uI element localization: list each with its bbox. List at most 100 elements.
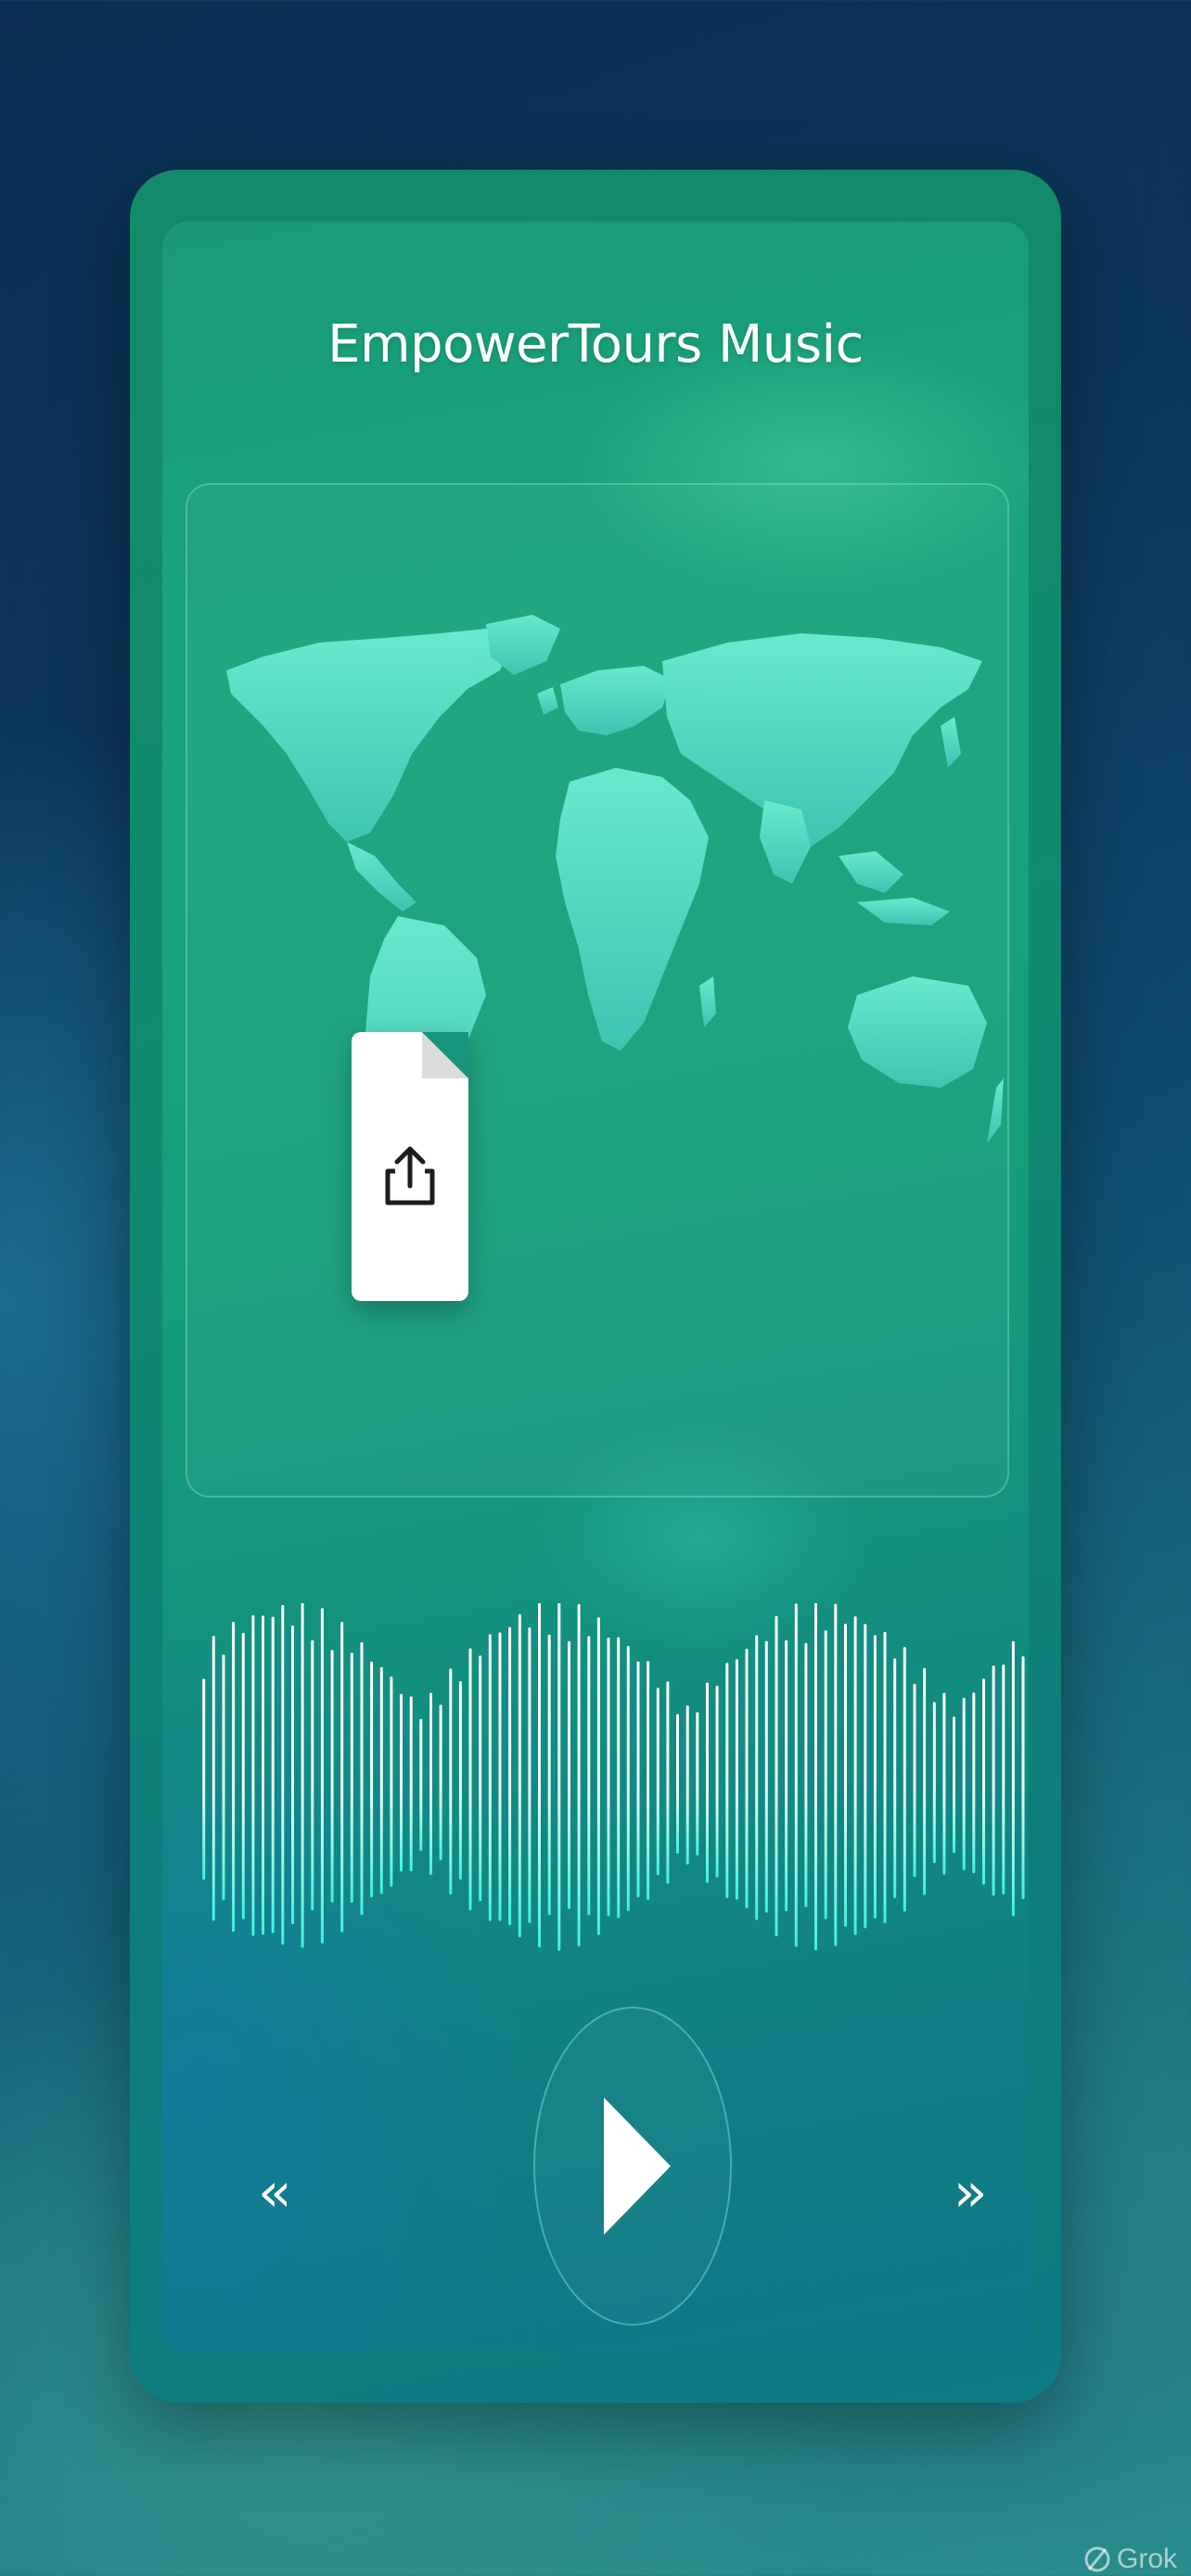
waveform-bar [873, 1635, 877, 1919]
app-title: EmpowerTours Music [327, 314, 864, 375]
play-icon [604, 2098, 671, 2235]
next-track-button[interactable]: ›› [954, 2164, 988, 2220]
waveform-bar [547, 1634, 551, 1916]
phone-frame: EmpowerTours Music ‹‹ ›› [130, 170, 1061, 2403]
waveform-bar [528, 1627, 531, 1923]
waveform-bar [577, 1603, 581, 1947]
waveform-bar [449, 1668, 453, 1895]
share-file-button[interactable] [352, 1032, 468, 1301]
waveform-bar [853, 1616, 857, 1935]
waveform-bar [251, 1614, 255, 1936]
waveform-bar [834, 1603, 838, 1946]
waveform-bar [982, 1678, 985, 1885]
waveform-bar [518, 1613, 521, 1938]
waveform-bar [942, 1692, 946, 1875]
map-panel [186, 483, 1009, 1498]
waveform-bar [241, 1632, 245, 1919]
waveform-bar [903, 1647, 906, 1912]
waveform-bar [320, 1608, 324, 1944]
waveform-bar [232, 1621, 236, 1932]
waveform-bar [301, 1601, 304, 1948]
waveform-bar [488, 1634, 492, 1921]
waveform-bar [1002, 1664, 1005, 1895]
waveform-bar [271, 1616, 275, 1933]
waveform-bar [962, 1697, 966, 1870]
waveform-bar [222, 1654, 225, 1901]
share-icon [385, 1146, 435, 1205]
waveform-bar [557, 1599, 561, 1951]
grok-watermark: Grok [1083, 2541, 1177, 2576]
waveform-bar [262, 1615, 264, 1935]
waveform-bar [568, 1640, 570, 1909]
waveform-bar [1021, 1656, 1025, 1900]
waveform-bar [755, 1635, 759, 1920]
audio-waveform[interactable] [199, 1599, 1029, 1983]
waveform-bars [202, 1599, 1025, 1951]
waveform-bar [992, 1665, 995, 1896]
waveform-bar [439, 1704, 442, 1861]
waveform-bar [913, 1683, 916, 1878]
waveform-bar [370, 1661, 374, 1898]
previous-track-button[interactable]: ‹‹ [258, 2164, 292, 2220]
waveform-bar [498, 1632, 502, 1921]
waveform-bar [814, 1599, 817, 1951]
waveform-bar [458, 1681, 462, 1880]
waveform-bar [775, 1615, 778, 1937]
waveform-bar [350, 1652, 353, 1903]
waveform-bar [735, 1659, 738, 1900]
waveform-bar [211, 1636, 215, 1921]
waveform-bar [479, 1655, 482, 1902]
waveform-bar [932, 1702, 936, 1864]
waveform-bar [429, 1692, 432, 1875]
waveform-bar [893, 1658, 897, 1899]
waveform-bar [596, 1617, 600, 1935]
waveform-bar [340, 1621, 344, 1932]
waveform-bar [508, 1626, 512, 1926]
waveform-bar [291, 1625, 294, 1925]
waveform-bar [666, 1681, 670, 1884]
waveform-bar [764, 1640, 768, 1913]
waveform-bar [745, 1648, 749, 1909]
waveform-bar [419, 1718, 423, 1852]
app-screen: EmpowerTours Music ‹‹ ›› [162, 222, 1029, 2351]
waveform-bar [844, 1624, 847, 1927]
waveform-bar [676, 1714, 679, 1855]
waveform-bar [330, 1650, 334, 1903]
waveform-bar [864, 1624, 867, 1929]
waveform-bar [804, 1642, 808, 1907]
waveform-bar [379, 1666, 383, 1894]
waveform-bar [725, 1663, 729, 1898]
watermark-label: Grok [1117, 2544, 1178, 2574]
waveform-bar [626, 1645, 630, 1911]
waveform-bar [360, 1641, 364, 1916]
waveform-bar [715, 1685, 719, 1878]
waveform-bar [953, 1716, 955, 1854]
waveform-bar [311, 1639, 314, 1911]
waveform-bar [538, 1602, 541, 1948]
play-button[interactable] [533, 2007, 732, 2326]
grok-logo-icon [1084, 2546, 1110, 2572]
waveform-bar [400, 1693, 403, 1872]
waveform-bar [409, 1696, 413, 1872]
waveform-bar [794, 1603, 798, 1947]
waveform-bar [696, 1712, 699, 1855]
waveform-bar [617, 1637, 621, 1919]
waveform-bar [647, 1661, 650, 1900]
waveform-bar [923, 1667, 927, 1895]
world-map-icon [226, 615, 1004, 1190]
waveform-bar [468, 1648, 472, 1911]
page-fold [422, 1032, 468, 1078]
waveform-bar [281, 1604, 285, 1945]
waveform-bar [685, 1705, 689, 1865]
waveform-bar [607, 1637, 610, 1917]
waveform-bar [972, 1692, 976, 1874]
waveform-bar [824, 1630, 827, 1919]
waveform-bar [883, 1631, 887, 1923]
waveform-bar [656, 1688, 660, 1876]
waveform-bar [1011, 1640, 1015, 1917]
waveform-bar [587, 1636, 591, 1916]
waveform-bar [202, 1678, 206, 1881]
waveform-bar [390, 1676, 393, 1887]
waveform-bar [636, 1661, 640, 1898]
waveform-bar [706, 1682, 709, 1883]
